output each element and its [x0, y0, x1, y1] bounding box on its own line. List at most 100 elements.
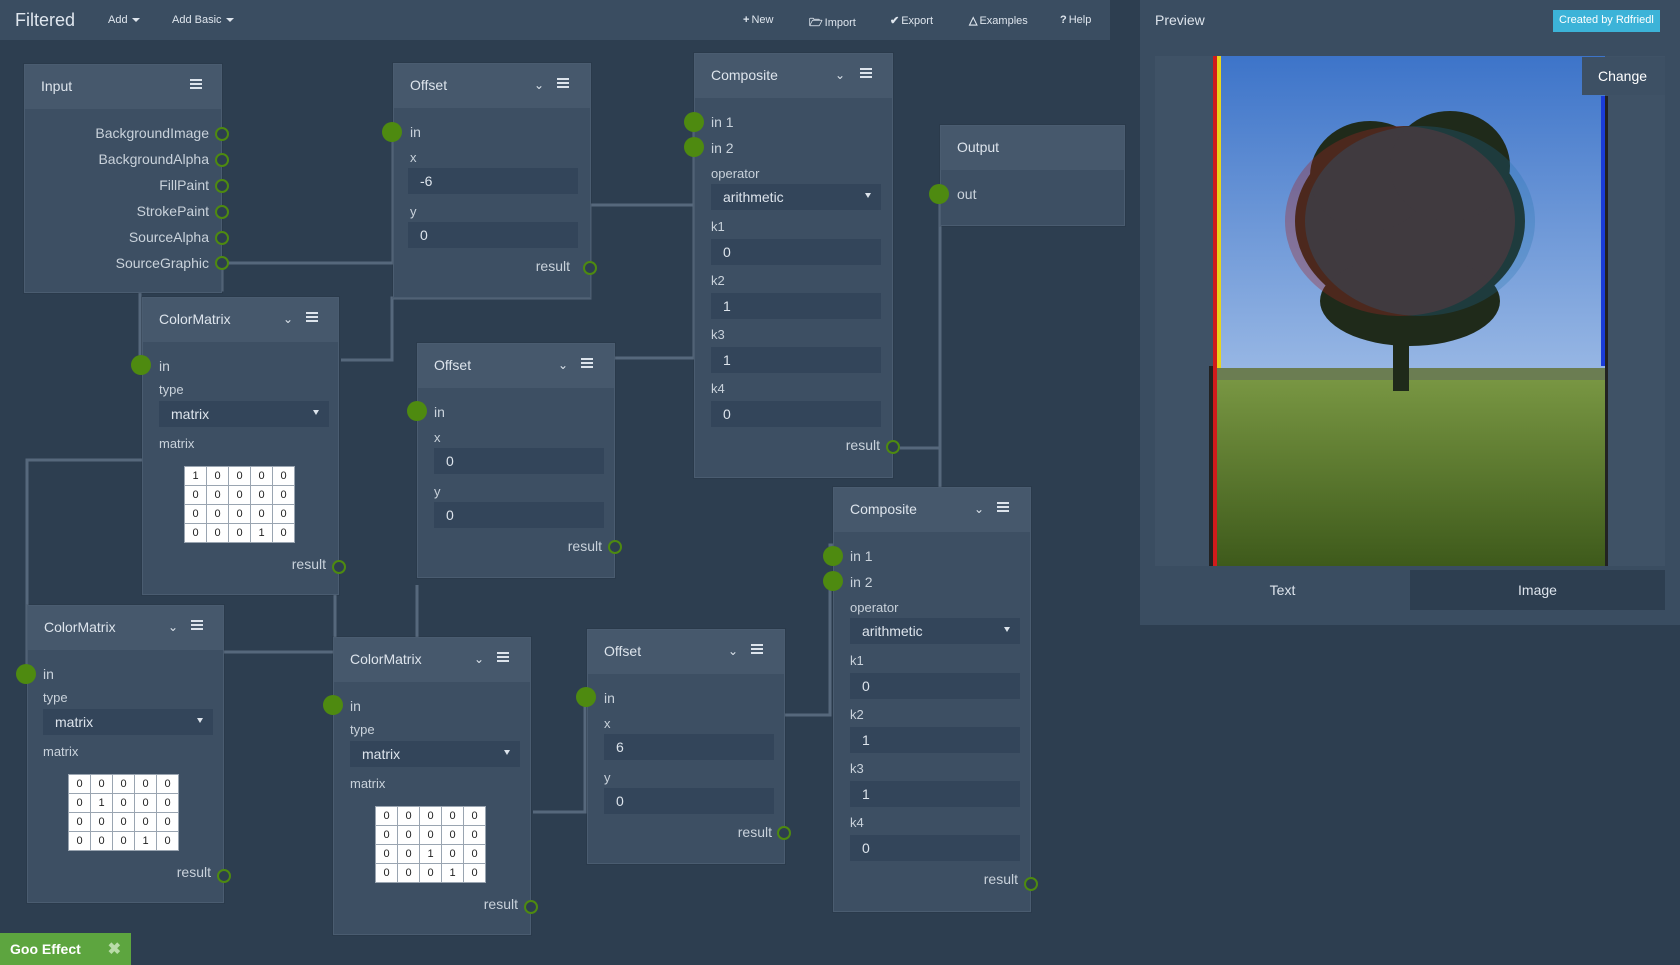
matrix-cell[interactable]: 0	[112, 831, 135, 851]
chevron-down-icon[interactable]: ⌄	[728, 644, 738, 658]
k4-input[interactable]: 0	[711, 401, 881, 427]
node-header[interactable]: ColorMatrix ⌄	[28, 606, 223, 650]
result-port[interactable]	[608, 540, 622, 554]
menu-icon[interactable]	[860, 68, 872, 78]
chevron-down-icon[interactable]: ⌄	[835, 68, 845, 82]
matrix-cell[interactable]: 0	[419, 863, 442, 883]
matrix-cell[interactable]: 0	[68, 831, 91, 851]
k3-input[interactable]: 1	[711, 347, 881, 373]
operator-select[interactable]: arithmetic	[711, 184, 881, 210]
type-select[interactable]: matrix	[159, 401, 329, 427]
y-input[interactable]: 0	[408, 222, 578, 248]
matrix-cell[interactable]: 0	[397, 806, 420, 826]
k1-input[interactable]: 0	[711, 239, 881, 265]
colormatrix-node-3[interactable]: ColorMatrix ⌄ in type matrix matrix 00000…	[333, 637, 531, 935]
menu-icon[interactable]	[581, 358, 593, 368]
type-select[interactable]: matrix	[43, 709, 213, 735]
node-header[interactable]: Offset ⌄	[394, 64, 590, 108]
matrix-cell[interactable]: 0	[90, 831, 113, 851]
result-port[interactable]	[1024, 877, 1038, 891]
matrix-cell[interactable]: 1	[250, 523, 273, 543]
output-port-backgroundimage[interactable]	[215, 127, 229, 141]
matrix-cell[interactable]: 0	[463, 825, 486, 845]
x-input[interactable]: -6	[408, 168, 578, 194]
offset-node-3[interactable]: Offset ⌄ in x 6 y 0 result	[587, 629, 785, 864]
matrix-cell[interactable]: 0	[228, 504, 251, 524]
tab-image[interactable]: Image	[1410, 570, 1665, 610]
input-port-in2[interactable]	[684, 137, 704, 157]
import-button[interactable]: 🗁 Import	[809, 14, 856, 33]
output-port-fillpaint[interactable]	[215, 179, 229, 193]
colormatrix-node-2[interactable]: ColorMatrix ⌄ in type matrix matrix 00000…	[27, 605, 224, 903]
y-input[interactable]: 0	[604, 788, 774, 814]
matrix-cell[interactable]: 0	[90, 774, 113, 794]
input-port[interactable]	[407, 401, 427, 421]
matrix-grid[interactable]: 00000 01000 00000 00010	[68, 774, 179, 851]
matrix-cell[interactable]: 0	[184, 504, 207, 524]
matrix-cell[interactable]: 0	[184, 523, 207, 543]
k1-input[interactable]: 0	[850, 673, 1020, 699]
matrix-cell[interactable]: 1	[90, 793, 113, 813]
matrix-cell[interactable]: 0	[375, 844, 398, 864]
input-port-in2[interactable]	[823, 571, 843, 591]
k4-input[interactable]: 0	[850, 835, 1020, 861]
matrix-cell[interactable]: 1	[441, 863, 464, 883]
result-port[interactable]	[886, 440, 900, 454]
colormatrix-node-1[interactable]: ColorMatrix ⌄ in type matrix matrix 10000…	[142, 297, 339, 595]
result-port[interactable]	[332, 560, 346, 574]
result-port[interactable]	[217, 869, 231, 883]
matrix-cell[interactable]: 0	[272, 523, 295, 543]
menu-icon[interactable]	[997, 502, 1009, 512]
matrix-cell[interactable]: 0	[397, 825, 420, 845]
input-port-in1[interactable]	[823, 546, 843, 566]
operator-select[interactable]: arithmetic	[850, 618, 1020, 644]
matrix-cell[interactable]: 0	[112, 793, 135, 813]
matrix-cell[interactable]: 0	[68, 793, 91, 813]
node-header[interactable]: ColorMatrix ⌄	[143, 298, 338, 342]
k3-input[interactable]: 1	[850, 781, 1020, 807]
matrix-cell[interactable]: 0	[375, 825, 398, 845]
input-port[interactable]	[131, 355, 151, 375]
chevron-down-icon[interactable]: ⌄	[558, 358, 568, 372]
matrix-cell[interactable]: 1	[134, 831, 157, 851]
matrix-cell[interactable]: 0	[206, 504, 229, 524]
matrix-cell[interactable]: 0	[68, 774, 91, 794]
input-port[interactable]	[16, 664, 36, 684]
chevron-down-icon[interactable]: ⌄	[283, 312, 293, 326]
composite-node-2[interactable]: Composite ⌄ in 1 in 2 operator arithmetic…	[833, 487, 1031, 912]
result-port[interactable]	[524, 900, 538, 914]
matrix-cell[interactable]: 0	[419, 806, 442, 826]
matrix-cell[interactable]: 0	[134, 793, 157, 813]
examples-button[interactable]: △ Examples	[969, 14, 1028, 27]
input-port[interactable]	[382, 122, 402, 142]
type-select[interactable]: matrix	[350, 741, 520, 767]
credit-badge[interactable]: Created by Rdfriedl	[1553, 10, 1660, 32]
node-header[interactable]: ColorMatrix ⌄	[334, 638, 530, 682]
help-button[interactable]: ? Help	[1060, 14, 1091, 26]
matrix-grid[interactable]: 10000 00000 00000 00010	[184, 466, 295, 543]
matrix-cell[interactable]: 0	[272, 466, 295, 486]
matrix-cell[interactable]: 0	[441, 825, 464, 845]
matrix-cell[interactable]: 0	[250, 485, 273, 505]
matrix-cell[interactable]: 0	[156, 774, 179, 794]
matrix-cell[interactable]: 0	[156, 793, 179, 813]
result-port[interactable]	[583, 261, 597, 275]
offset-node-1[interactable]: Offset ⌄ in x -6 y 0 result	[393, 63, 591, 298]
add-menu[interactable]: Add	[108, 14, 140, 26]
node-header[interactable]: Input	[25, 65, 221, 109]
menu-icon[interactable]	[306, 312, 318, 322]
export-button[interactable]: ✔ Export	[890, 14, 933, 27]
matrix-cell[interactable]: 0	[375, 863, 398, 883]
matrix-cell[interactable]: 0	[463, 863, 486, 883]
menu-icon[interactable]	[751, 644, 763, 654]
matrix-cell[interactable]: 0	[68, 812, 91, 832]
chevron-down-icon[interactable]: ⌄	[168, 620, 178, 634]
matrix-cell[interactable]: 0	[463, 806, 486, 826]
node-header[interactable]: Composite ⌄	[834, 488, 1030, 532]
menu-icon[interactable]	[557, 78, 569, 88]
matrix-cell[interactable]: 0	[397, 844, 420, 864]
matrix-cell[interactable]: 0	[441, 806, 464, 826]
node-header[interactable]: Offset ⌄	[588, 630, 784, 674]
change-button[interactable]: Change	[1582, 57, 1665, 95]
matrix-cell[interactable]: 0	[228, 523, 251, 543]
